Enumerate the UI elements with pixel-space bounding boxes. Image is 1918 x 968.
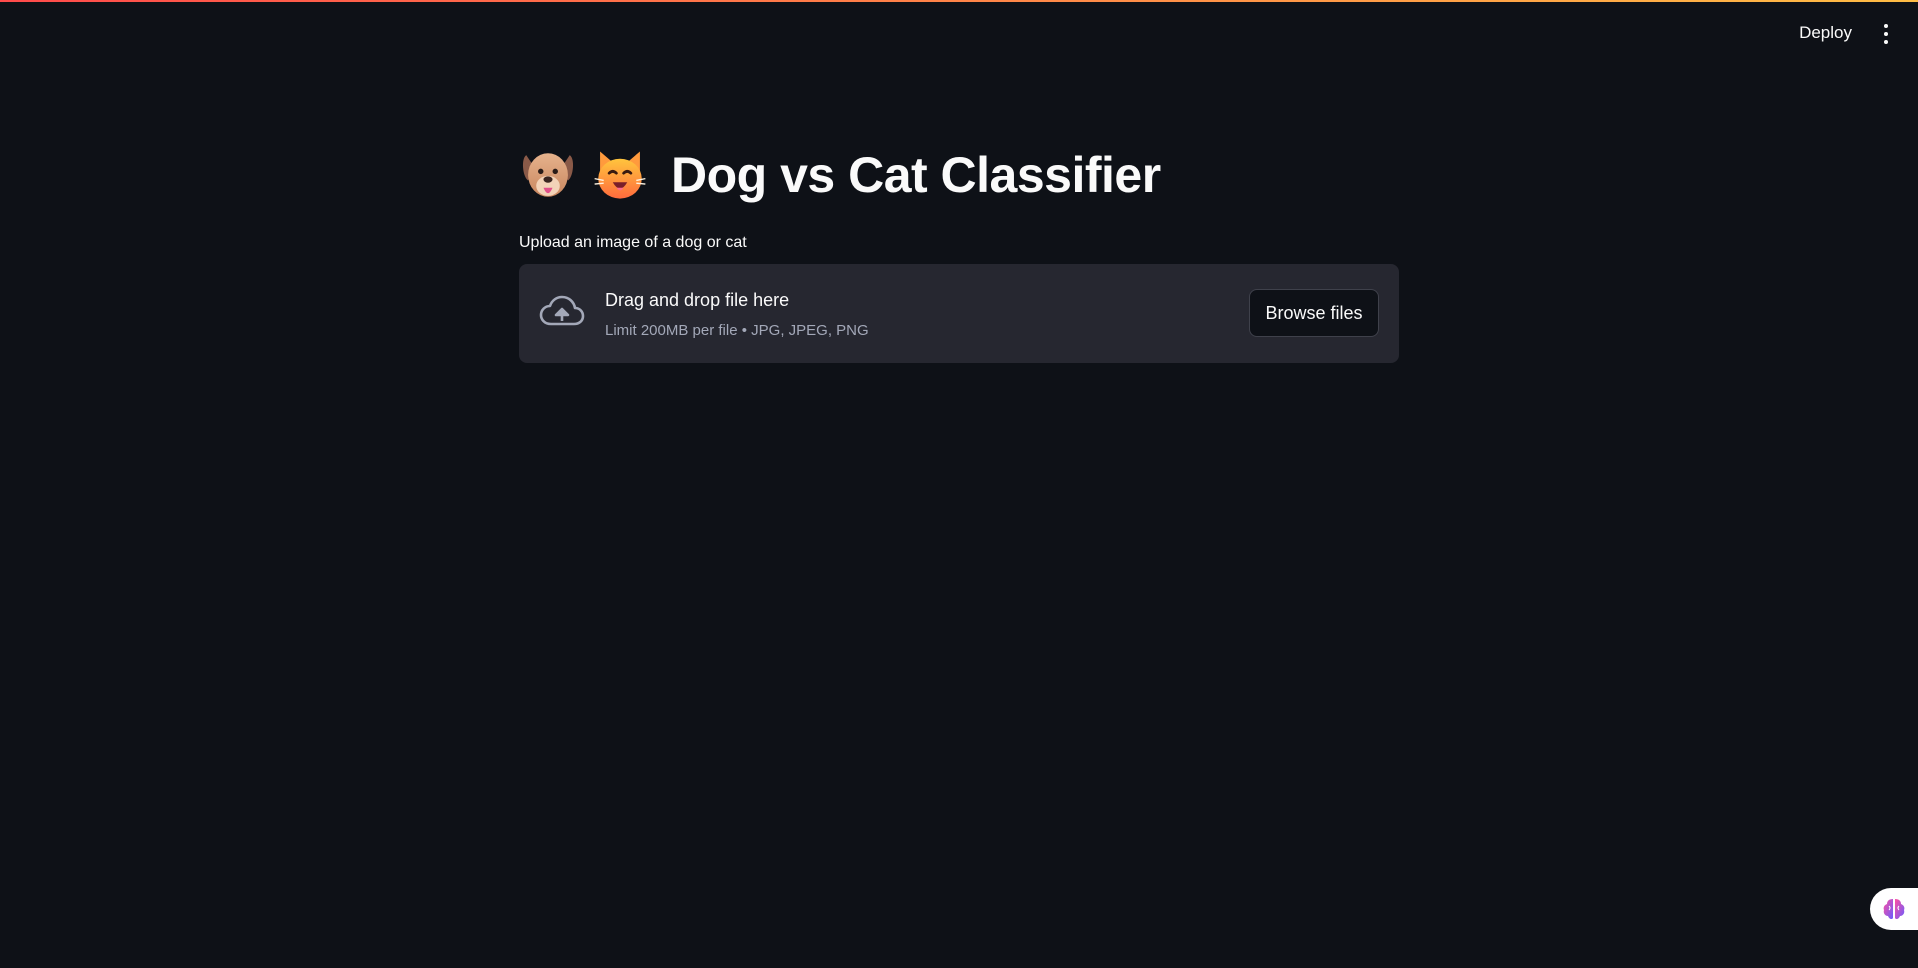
page-title: Dog vs Cat Classifier <box>519 140 1399 210</box>
main-content: Dog vs Cat Classifier Upload an image of… <box>519 140 1399 363</box>
browse-files-button[interactable]: Browse files <box>1249 289 1379 337</box>
brain-icon <box>1883 899 1905 920</box>
uploader-label: Upload an image of a dog or cat <box>519 234 747 251</box>
kebab-vertical-icon[interactable] <box>1878 24 1894 48</box>
dropzone-title: Drag and drop file here <box>605 290 790 310</box>
page-title-text: Dog vs Cat Classifier <box>671 147 1161 203</box>
file-dropzone[interactable]: Drag and drop file here Limit 200MB per … <box>519 264 1399 363</box>
dropzone-subtitle: Limit 200MB per file • JPG, JPEG, PNG <box>605 322 869 339</box>
deploy-button[interactable]: Deploy <box>1799 23 1852 43</box>
cloud-upload-icon <box>539 295 585 326</box>
app-header: Deploy <box>0 0 1918 60</box>
cat-face-icon <box>594 151 646 199</box>
dog-face-icon <box>522 153 574 197</box>
floating-assistant-button[interactable] <box>1870 888 1918 930</box>
